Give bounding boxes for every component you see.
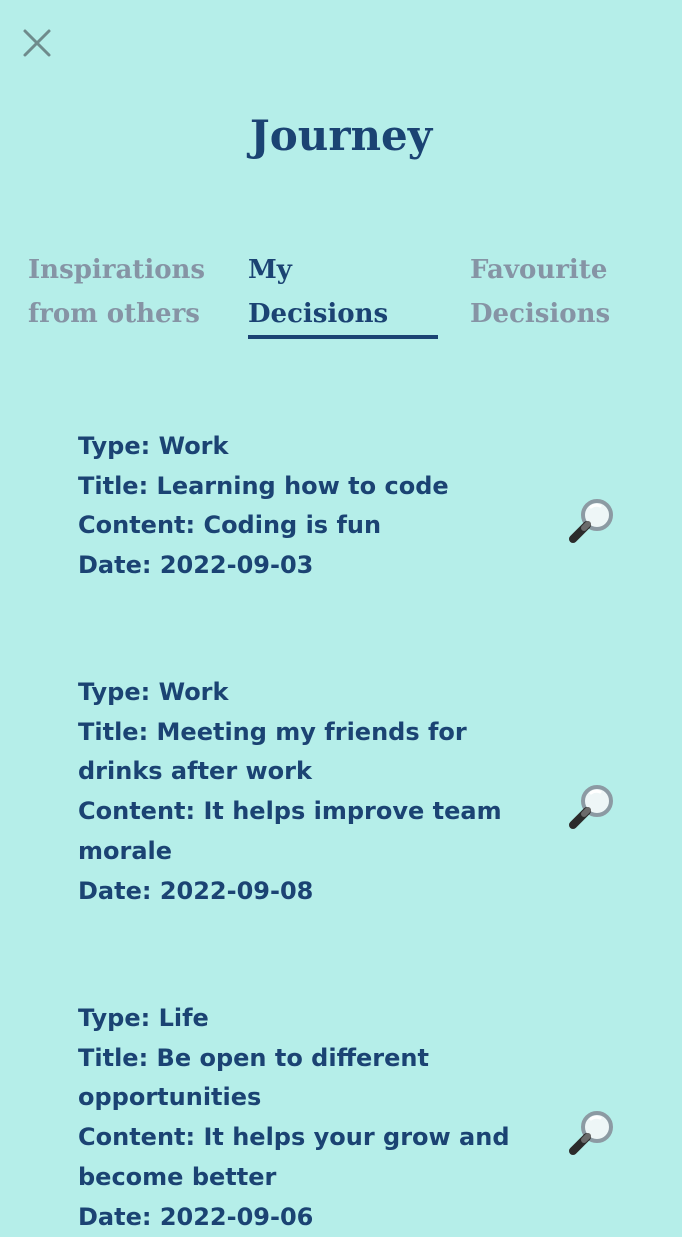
tab-label-line2: Decisions [248,299,389,329]
decision-details: Type: Life Title: Be open to different o… [78,999,538,1237]
decision-date: Date: 2022-09-03 [78,551,314,580]
tab-label-line1: Inspirations [28,255,206,285]
decision-content: Content: It helps improve team morale [78,797,502,865]
decision-card[interactable]: Type: Work Title: Learning how to code C… [78,427,638,586]
decision-date: Date: 2022-09-06 [78,1202,314,1231]
decision-content: Content: It helps your grow and become b… [78,1123,510,1191]
magnifier-icon[interactable] [566,494,618,546]
tab-my-decisions[interactable]: My Decisions [248,248,388,336]
tab-label-line1: Favourite [470,255,608,285]
decision-card[interactable]: Type: Life Title: Be open to different o… [78,999,638,1237]
decision-card[interactable]: Type: Work Title: Meeting my friends for… [78,673,638,911]
decision-type: Type: Work [78,678,229,706]
page-title: Journey [249,111,433,160]
decision-details: Type: Work Title: Meeting my friends for… [78,673,538,911]
decision-details: Type: Work Title: Learning how to code C… [78,427,538,586]
tab-inspirations-from-others[interactable]: Inspirations from others [28,248,205,336]
close-icon [23,29,51,57]
decision-content: Content: Coding is fun [78,511,382,540]
decision-title: Title: Meeting my friends for drinks aft… [78,717,467,786]
tab-label-line1: My [248,255,292,285]
decision-date: Date: 2022-09-08 [78,876,314,905]
decision-title: Title: Be open to different opportunitie… [78,1043,429,1112]
decision-type: Type: Life [78,1004,209,1032]
tab-favourite-decisions[interactable]: Favourite Decisions [470,248,610,336]
decision-type: Type: Work [78,432,229,460]
active-tab-indicator [248,335,438,339]
tab-label-line2: Decisions [470,299,611,329]
decision-title: Title: Learning how to code [78,471,449,500]
close-button[interactable] [18,24,56,62]
tab-label-line2: from others [28,299,200,329]
magnifier-icon[interactable] [566,780,618,832]
magnifier-icon[interactable] [566,1106,618,1158]
